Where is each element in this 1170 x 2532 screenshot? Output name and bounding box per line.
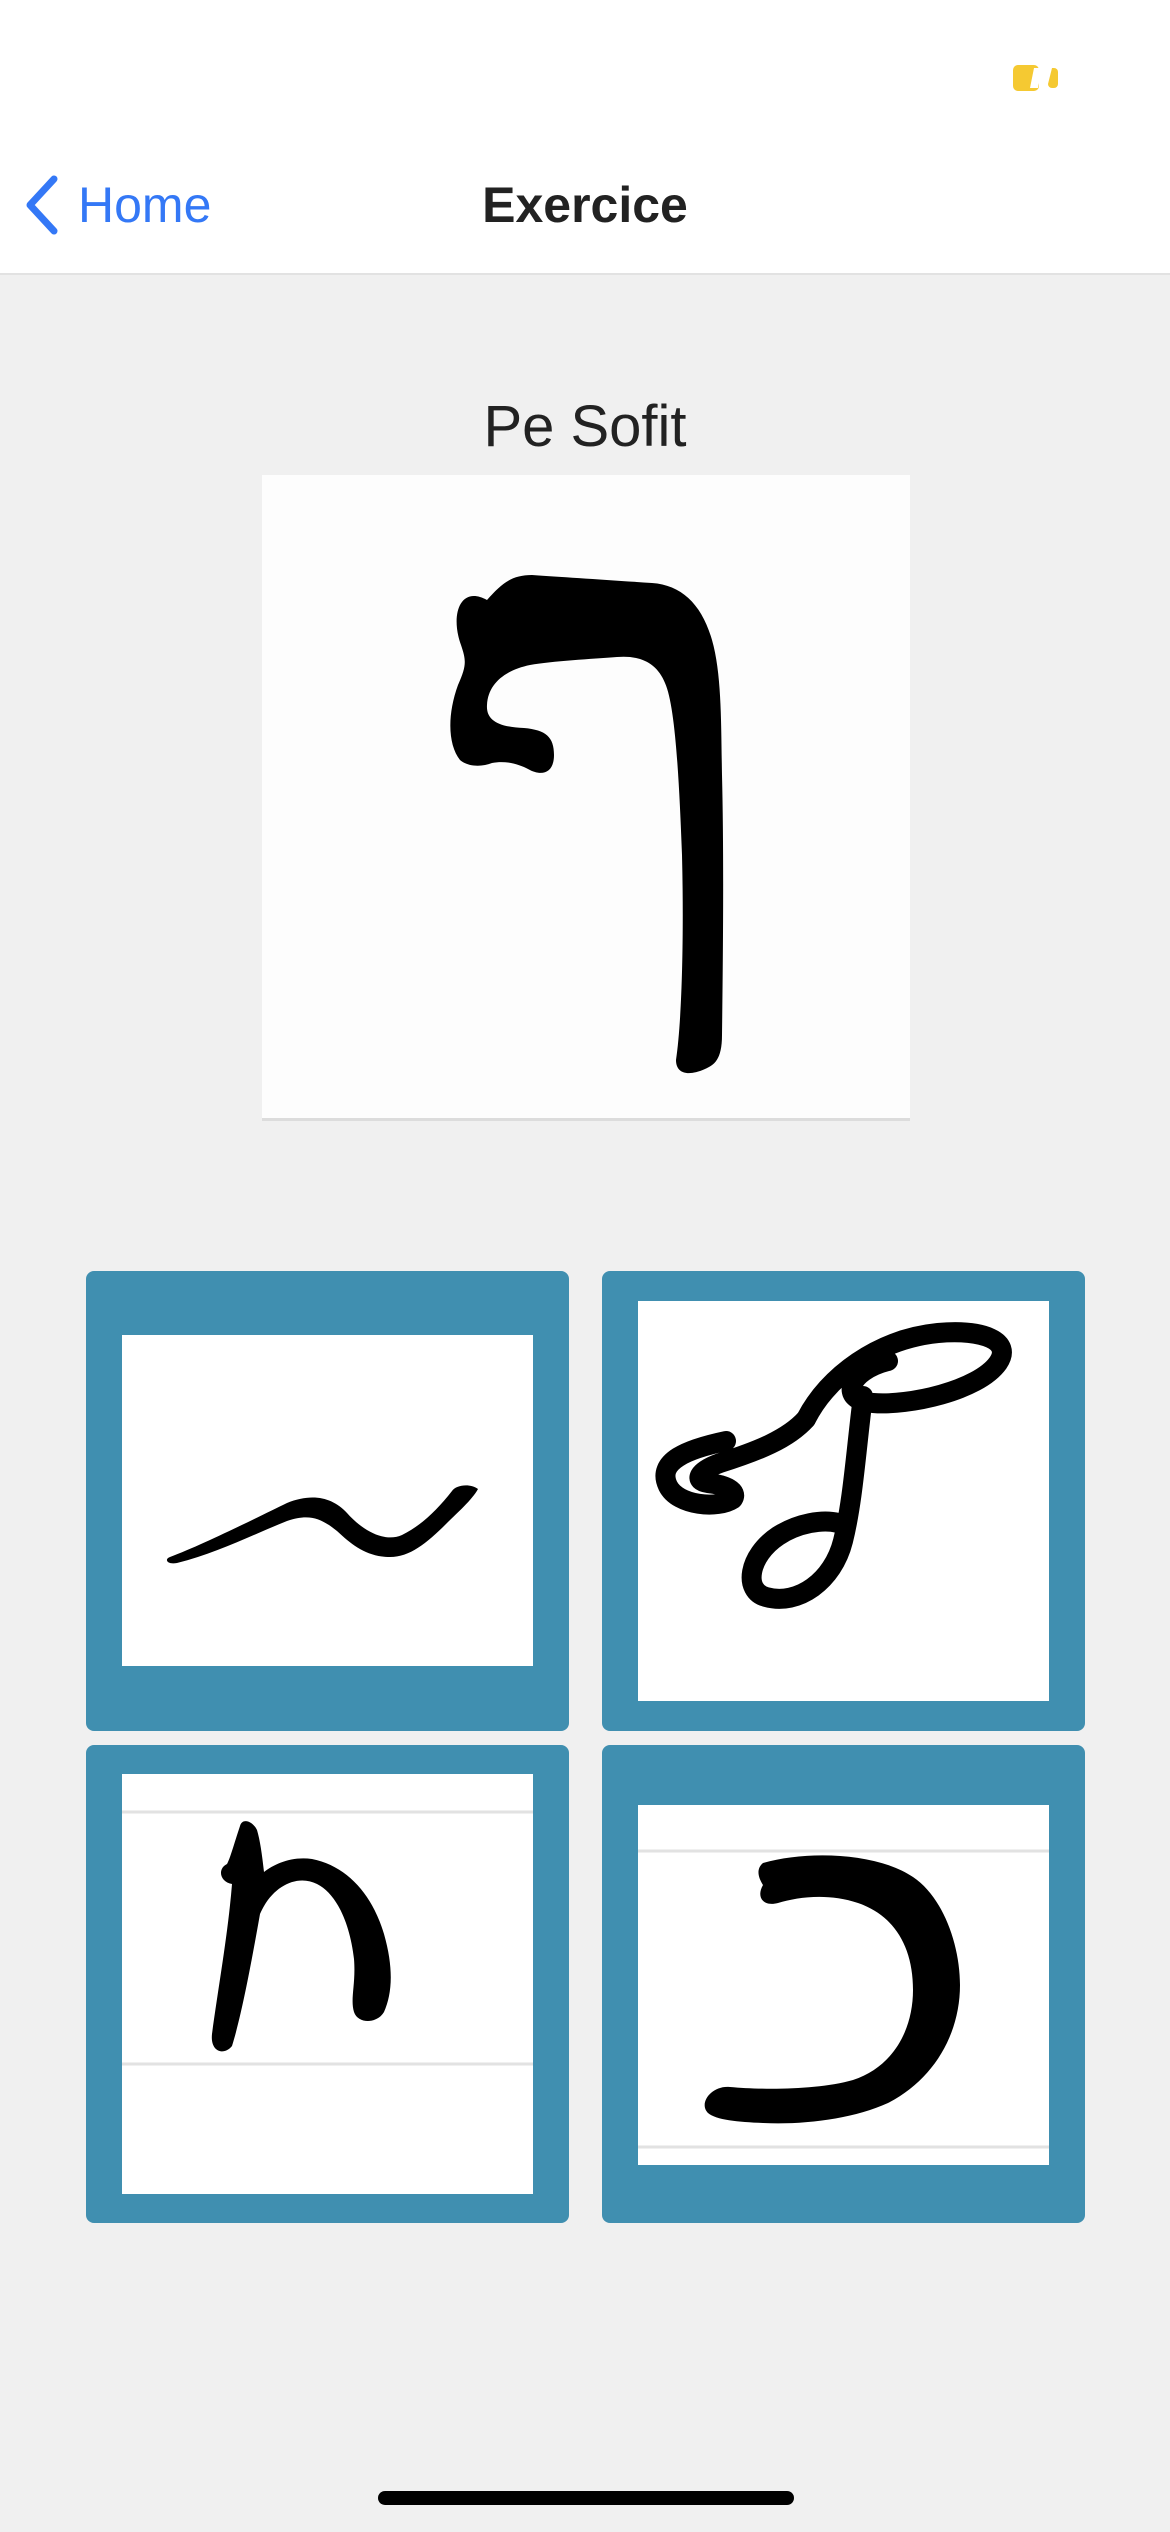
home-indicator[interactable] [378,2491,794,2505]
pe-sofit-handwritten-glyph [450,575,724,1074]
answer-image [638,1301,1049,1701]
kaf-handwritten-glyph [638,1849,1049,2149]
navigation-bar: Home Exercice [0,140,1170,275]
battery-low-icon [1013,65,1058,91]
target-letter-card [262,475,910,1121]
answer-option-2[interactable] [602,1271,1085,1731]
tilde-stroke-handwritten-glyph [166,1485,478,1564]
status-bar [0,0,1170,140]
page-title: Exercice [482,177,688,233]
alef-script-handwritten-glyph [122,1810,533,2066]
answer-option-3[interactable] [86,1745,569,2223]
answer-option-1[interactable] [86,1271,569,1731]
answer-image [122,1335,533,1666]
answer-image [122,1774,533,2194]
answer-image [638,1805,1049,2165]
lamed-script-handwritten-glyph [655,1322,1012,1609]
answer-option-4[interactable] [602,1745,1085,2223]
letter-name-label: Pe Sofit [483,394,687,459]
